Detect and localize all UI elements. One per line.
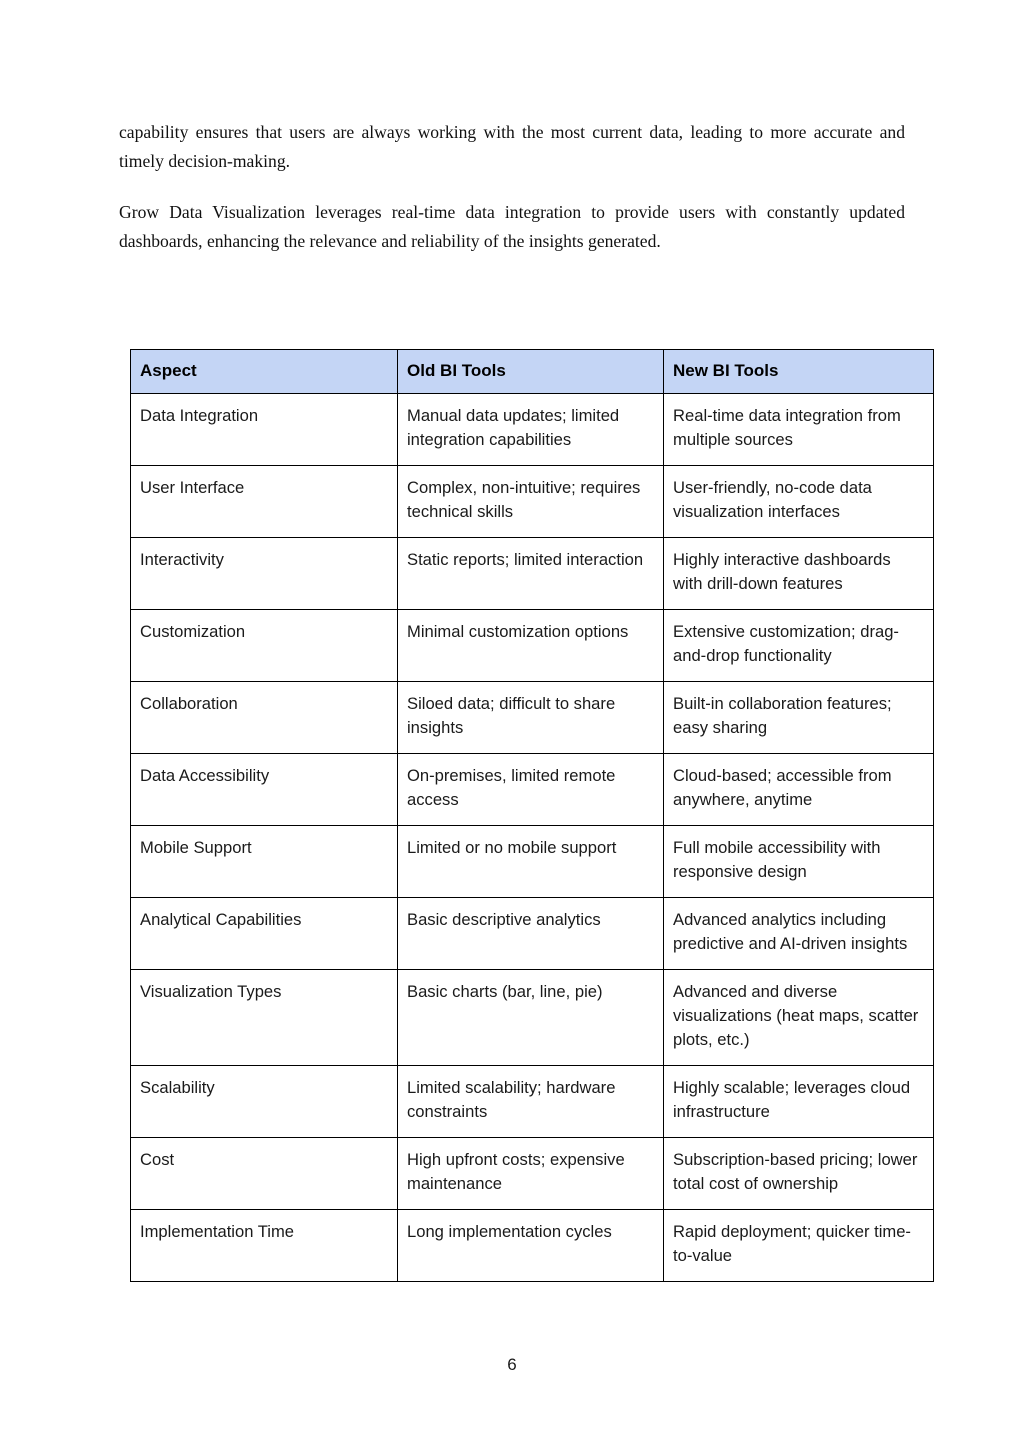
paragraph: Grow Data Visualization leverages real-t… [119, 202, 905, 251]
cell-new: Real-time data integration from multiple… [663, 393, 934, 466]
cell-aspect: Data Integration [130, 393, 398, 466]
cell-new: Rapid deployment; quicker time-to-value [663, 1209, 934, 1282]
table-row: Collaboration Siloed data; difficult to … [130, 681, 934, 754]
cell-old: Minimal customization options [397, 609, 664, 682]
table-row: Data Accessibility On-premises, limited … [130, 753, 934, 826]
table-body: Data Integration Manual data updates; li… [130, 393, 934, 1282]
cell-old: Limited scalability; hardware constraint… [397, 1065, 664, 1138]
cell-aspect: Implementation Time [130, 1209, 398, 1282]
cell-old: Complex, non-intuitive; requires technic… [397, 465, 664, 538]
table-row: User Interface Complex, non-intuitive; r… [130, 465, 934, 538]
cell-aspect: User Interface [130, 465, 398, 538]
table-row: Mobile Support Limited or no mobile supp… [130, 825, 934, 898]
page-number: 6 [507, 1355, 517, 1374]
table-row: Cost High upfront costs; expensive maint… [130, 1137, 934, 1210]
cell-aspect: Mobile Support [130, 825, 398, 898]
cell-new: Extensive customization; drag-and-drop f… [663, 609, 934, 682]
cell-old: Limited or no mobile support [397, 825, 664, 898]
cell-old: Basic descriptive analytics [397, 897, 664, 970]
body-text: capability ensures that users are always… [119, 118, 905, 256]
cell-new: Built-in collaboration features; easy sh… [663, 681, 934, 754]
cell-old: Manual data updates; limited integration… [397, 393, 664, 466]
document-page: capability ensures that users are always… [0, 0, 1024, 1446]
cell-old: On-premises, limited remote access [397, 753, 664, 826]
cell-old: Basic charts (bar, line, pie) [397, 969, 664, 1066]
cell-new: Highly scalable; leverages cloud infrast… [663, 1065, 934, 1138]
comparison-table: Aspect Old BI Tools New BI Tools Data In… [130, 349, 934, 1282]
cell-new: Full mobile accessibility with responsiv… [663, 825, 934, 898]
cell-aspect: Data Accessibility [130, 753, 398, 826]
cell-aspect: Cost [130, 1137, 398, 1210]
cell-new: Advanced and diverse visualizations (hea… [663, 969, 934, 1066]
cell-old: Long implementation cycles [397, 1209, 664, 1282]
column-header-new-bi-tools: New BI Tools [663, 349, 934, 394]
cell-aspect: Visualization Types [130, 969, 398, 1066]
cell-old: High upfront costs; expensive maintenanc… [397, 1137, 664, 1210]
table-row: Scalability Limited scalability; hardwar… [130, 1065, 934, 1138]
cell-new: Advanced analytics including predictive … [663, 897, 934, 970]
table-row: Interactivity Static reports; limited in… [130, 537, 934, 610]
cell-new: Subscription-based pricing; lower total … [663, 1137, 934, 1210]
table-header-row: Aspect Old BI Tools New BI Tools [130, 349, 934, 394]
paragraph: capability ensures that users are always… [119, 122, 905, 171]
cell-new: Cloud-based; accessible from anywhere, a… [663, 753, 934, 826]
page-footer: 6 [0, 1355, 1024, 1375]
cell-aspect: Customization [130, 609, 398, 682]
cell-old: Siloed data; difficult to share insights [397, 681, 664, 754]
table-row: Visualization Types Basic charts (bar, l… [130, 969, 934, 1066]
table-header: Aspect Old BI Tools New BI Tools [130, 349, 934, 394]
cell-new: Highly interactive dashboards with drill… [663, 537, 934, 610]
bi-tools-comparison-table: Aspect Old BI Tools New BI Tools Data In… [130, 349, 934, 1282]
cell-aspect: Interactivity [130, 537, 398, 610]
cell-new: User-friendly, no-code data visualizatio… [663, 465, 934, 538]
column-header-aspect: Aspect [130, 349, 398, 394]
table-row: Analytical Capabilities Basic descriptiv… [130, 897, 934, 970]
table-row: Implementation Time Long implementation … [130, 1209, 934, 1282]
cell-aspect: Analytical Capabilities [130, 897, 398, 970]
table-row: Data Integration Manual data updates; li… [130, 393, 934, 466]
cell-old: Static reports; limited interaction [397, 537, 664, 610]
cell-aspect: Scalability [130, 1065, 398, 1138]
column-header-old-bi-tools: Old BI Tools [397, 349, 664, 394]
table-row: Customization Minimal customization opti… [130, 609, 934, 682]
cell-aspect: Collaboration [130, 681, 398, 754]
